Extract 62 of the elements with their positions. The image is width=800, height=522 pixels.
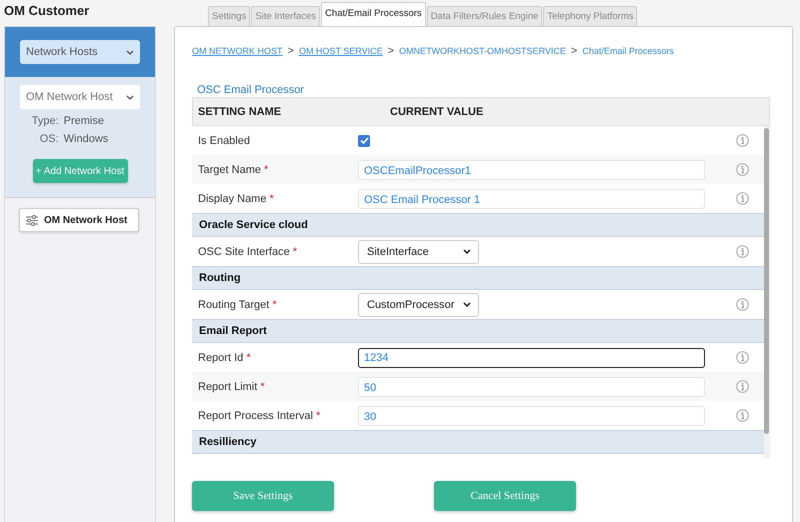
input-field[interactable]: 30 <box>358 406 705 426</box>
info-icon <box>736 351 748 364</box>
setting-label: Is Enabled <box>197 134 251 146</box>
os-value: Windows <box>64 133 108 145</box>
tab[interactable]: Data Filters/Rules Engine <box>426 6 542 26</box>
tab[interactable]: Telephony Platforms <box>543 6 638 26</box>
category-select[interactable]: Network Hosts <box>20 40 140 64</box>
dropdown[interactable]: CustomProcessor <box>358 292 479 316</box>
setting-label: Target Name * <box>197 164 270 176</box>
scrollbar-thumb[interactable] <box>764 128 769 434</box>
input-field[interactable]: OSCEmailProcessor1 <box>358 160 705 180</box>
section-header: Email Report <box>198 325 267 337</box>
breadcrumb-link[interactable]: OM NETWORK HOST <box>192 46 282 56</box>
type-value: Premise <box>64 115 105 127</box>
section-header: Resilliency <box>198 436 256 448</box>
breadcrumb-item: OMNETWORKHOST-OMHOSTSERVICE <box>399 46 566 56</box>
chevron-icon <box>126 94 134 100</box>
input-field[interactable]: OSC Email Processor 1 <box>358 188 705 208</box>
setting-label: Report Id * <box>197 352 252 364</box>
chevron-icon <box>126 50 134 54</box>
setting-label: Routing Target * <box>197 298 278 310</box>
section-header: Oracle Service cloud <box>198 219 308 231</box>
column-header: CURRENT VALUE <box>390 106 484 118</box>
breadcrumb-link[interactable]: OM HOST SERVICE <box>298 46 383 56</box>
sliders-icon <box>26 214 38 226</box>
breadcrumb-item: Chat/Email Processors <box>582 46 674 56</box>
input-field[interactable]: 1234 <box>358 348 705 368</box>
app-title: OM Customer <box>4 2 90 20</box>
breadcrumb-separator: > <box>570 45 578 57</box>
info-icon <box>736 409 748 422</box>
os-label: OS: <box>38 133 59 145</box>
breadcrumb-separator: > <box>388 45 394 57</box>
add-network-host-button[interactable]: + Add Network Host <box>32 159 128 183</box>
scrollbar[interactable] <box>764 126 770 458</box>
input-field[interactable]: 50 <box>358 376 705 396</box>
info-icon <box>736 163 748 176</box>
section-header: Routing <box>198 272 241 284</box>
tab[interactable]: Chat/Email Processors <box>321 2 426 26</box>
dropdown[interactable]: SiteInterface <box>358 240 479 264</box>
setting-label: Report Process Interval * <box>197 410 322 422</box>
info-icon <box>736 192 748 205</box>
setting-label: Report Limit * <box>197 380 266 392</box>
setting-label: Display Name * <box>197 192 275 204</box>
type-label: Type: <box>32 115 59 127</box>
chevron-icon <box>463 249 471 254</box>
setting-label: OSC Site Interface * <box>197 246 298 258</box>
chevron-icon <box>463 302 471 307</box>
action-button[interactable]: Save Settings <box>192 481 334 511</box>
action-button[interactable]: Cancel Settings <box>434 481 576 511</box>
info-icon <box>736 298 748 311</box>
sidebar-item[interactable]: OM Network Host <box>19 208 139 232</box>
info-icon <box>736 245 748 258</box>
checkbox[interactable] <box>358 134 370 146</box>
column-header: SETTING NAME <box>197 106 282 118</box>
section-title: OSC Email Processor <box>196 84 305 97</box>
info-icon <box>736 134 748 147</box>
check-icon <box>360 137 368 144</box>
host-select[interactable]: OM Network Host <box>20 85 140 109</box>
breadcrumb-separator: > <box>288 45 294 57</box>
tab[interactable]: Settings <box>208 6 250 26</box>
info-icon <box>736 380 748 393</box>
tab[interactable]: Site Interfaces <box>251 6 320 26</box>
